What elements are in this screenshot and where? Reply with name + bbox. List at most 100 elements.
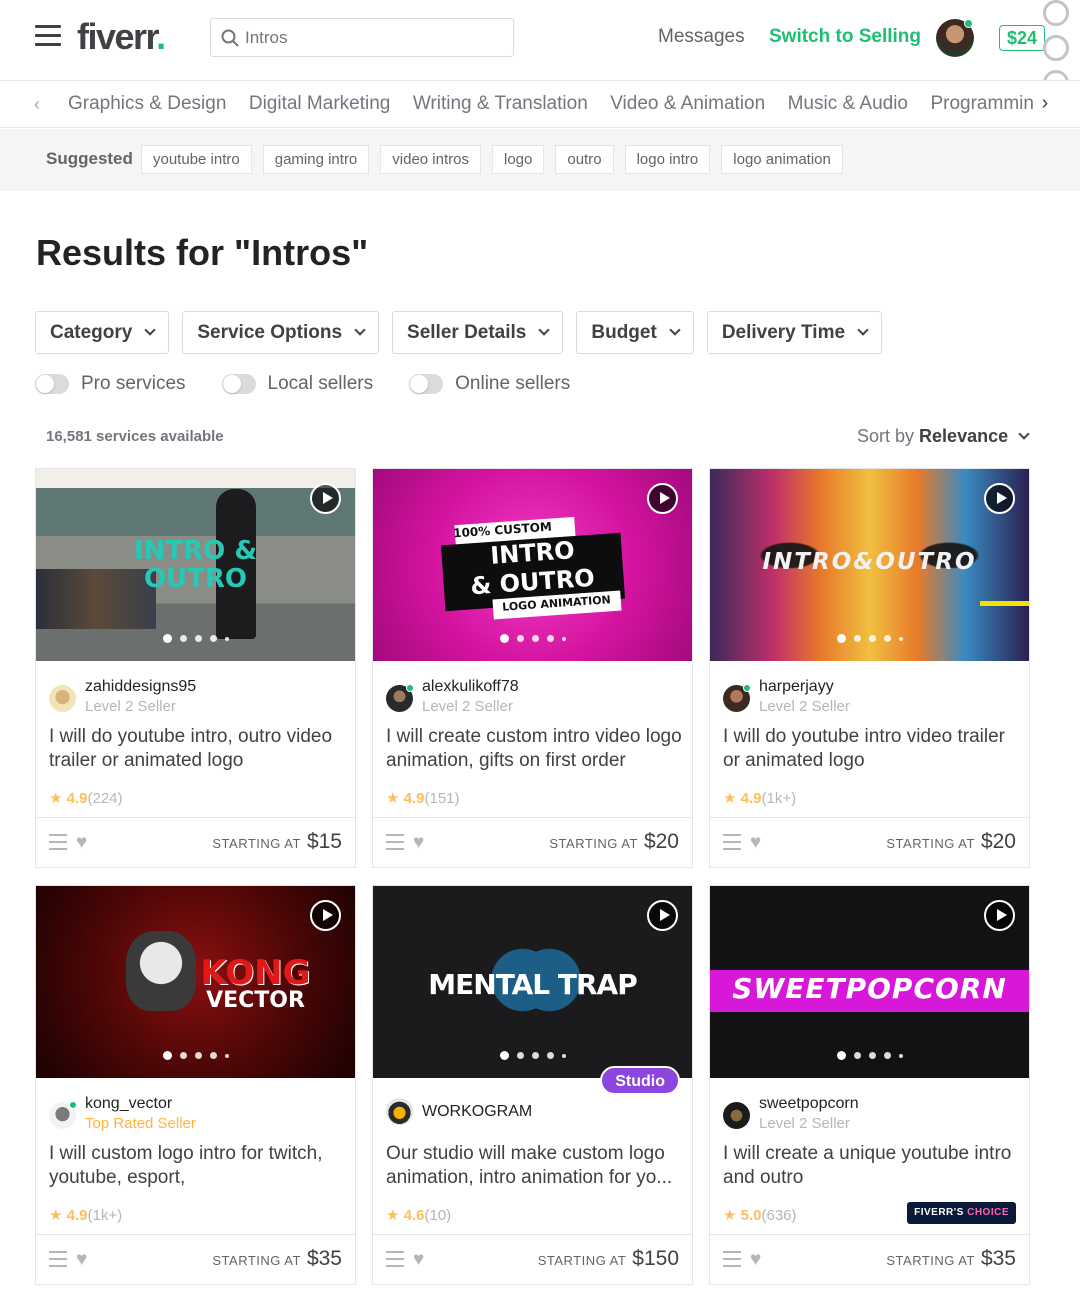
list-icon[interactable] <box>49 834 67 855</box>
price-block[interactable]: STARTING AT $20 <box>549 830 679 854</box>
price-block[interactable]: STARTING AT $15 <box>212 830 342 854</box>
gig-title[interactable]: I will do youtube intro, outro video tra… <box>49 725 345 773</box>
seller-avatar[interactable] <box>49 685 76 712</box>
dot[interactable] <box>179 1052 187 1060</box>
seller-avatar[interactable] <box>49 1101 77 1129</box>
search-input[interactable] <box>245 27 485 48</box>
play-icon[interactable] <box>647 900 678 931</box>
dot[interactable] <box>853 1052 861 1060</box>
dot[interactable] <box>546 635 554 643</box>
seller-avatar[interactable] <box>386 1098 413 1125</box>
price-block[interactable]: STARTING AT $35 <box>886 1247 1016 1271</box>
filter-seller-details[interactable]: Seller Details <box>392 311 564 354</box>
gig-title[interactable]: I will create custom intro video logo an… <box>386 725 682 773</box>
play-icon[interactable] <box>984 483 1015 514</box>
gig-title[interactable]: I will do youtube intro video trailer or… <box>723 725 1019 773</box>
gig-thumbnail[interactable]: KONG VECTOR <box>36 886 355 1078</box>
suggested-tag[interactable]: logo intro <box>624 145 711 174</box>
dot[interactable] <box>162 634 172 644</box>
list-icon[interactable] <box>723 834 741 855</box>
pro-services-toggle[interactable]: Pro services <box>35 373 186 395</box>
gig-thumbnail[interactable]: INTRO&OUTRO <box>710 469 1029 661</box>
dot[interactable] <box>194 1052 202 1060</box>
seller-name[interactable]: harperjayy <box>759 677 850 697</box>
dot[interactable] <box>898 1053 903 1058</box>
list-icon[interactable] <box>723 1251 741 1272</box>
dot[interactable] <box>853 635 861 643</box>
dot[interactable] <box>836 1051 846 1061</box>
dot[interactable] <box>868 635 876 643</box>
user-avatar[interactable] <box>936 19 974 57</box>
suggested-tag[interactable]: gaming intro <box>262 145 370 174</box>
heart-icon[interactable]: ♥ <box>413 1249 424 1271</box>
gig-title[interactable]: Our studio will make custom logo animati… <box>386 1142 682 1190</box>
gig-card[interactable]: INTRO & OUTRO zahiddesigns95 Level 2 Selle… <box>35 468 356 868</box>
play-icon[interactable] <box>984 900 1015 931</box>
category-programming-tech[interactable]: Programming & Tech <box>930 93 1034 114</box>
gig-thumbnail[interactable]: SWEETPOPCORN <box>710 886 1029 1078</box>
gig-title[interactable]: I will custom logo intro for twitch, you… <box>49 1142 345 1190</box>
seller-avatar[interactable] <box>723 684 751 712</box>
heart-icon[interactable]: ♥ <box>76 832 87 854</box>
dot[interactable] <box>499 634 509 644</box>
heart-icon[interactable]: ♥ <box>413 832 424 854</box>
chevron-left-icon[interactable]: ‹ <box>34 94 40 115</box>
suggested-tag[interactable]: logo animation <box>721 145 843 174</box>
suggested-tag[interactable]: video intros <box>380 145 481 174</box>
seller-name[interactable]: alexkulikoff78 <box>422 677 519 697</box>
hamburger-menu-icon[interactable] <box>35 25 61 47</box>
dot[interactable] <box>516 1052 524 1060</box>
filter-category[interactable]: Category <box>35 311 170 354</box>
category-video-animation[interactable]: Video & Animation <box>610 93 765 114</box>
chevron-right-icon[interactable]: › <box>1035 92 1055 116</box>
dot[interactable] <box>561 636 566 641</box>
seller-avatar[interactable] <box>723 1102 750 1129</box>
seller-avatar[interactable] <box>386 684 414 712</box>
dot[interactable] <box>531 1052 539 1060</box>
dot[interactable] <box>516 635 524 643</box>
filter-service-options[interactable]: Service Options <box>182 311 380 354</box>
heart-icon[interactable]: ♥ <box>76 1249 87 1271</box>
dot[interactable] <box>224 1053 229 1058</box>
dot[interactable] <box>561 1053 566 1058</box>
dot[interactable] <box>194 635 202 643</box>
heart-icon[interactable]: ♥ <box>750 1249 761 1271</box>
category-music-audio[interactable]: Music & Audio <box>788 93 908 114</box>
balance-button[interactable]: $24 <box>999 25 1046 51</box>
seller-name[interactable]: kong_vector <box>85 1094 196 1114</box>
fiverr-logo[interactable]: fiverr. <box>77 16 166 58</box>
toggle-switch[interactable] <box>409 374 444 394</box>
price-block[interactable]: STARTING AT $20 <box>886 830 1016 854</box>
dot[interactable] <box>868 1052 876 1060</box>
dot[interactable] <box>883 635 891 643</box>
online-sellers-toggle[interactable]: Online sellers <box>409 373 570 395</box>
category-graphics-design[interactable]: Graphics & Design <box>68 93 226 114</box>
dot[interactable] <box>224 636 229 641</box>
sort-dropdown[interactable]: Sort by Relevance <box>857 426 1030 447</box>
seller-name[interactable]: WORKOGRAM <box>422 1098 532 1125</box>
dot[interactable] <box>898 636 903 641</box>
price-block[interactable]: STARTING AT $35 <box>212 1247 342 1271</box>
toggle-switch[interactable] <box>35 374 69 394</box>
play-icon[interactable] <box>310 483 341 514</box>
list-icon[interactable] <box>386 834 404 855</box>
category-writing-translation[interactable]: Writing & Translation <box>413 93 588 114</box>
play-icon[interactable] <box>310 900 341 931</box>
filter-budget[interactable]: Budget <box>576 311 694 354</box>
gig-card[interactable]: KONG VECTOR kong_vector Top Rated Seller … <box>35 885 356 1285</box>
gig-card[interactable]: MENTAL TRAP Studio WORKOGRAM Our studio … <box>372 885 693 1285</box>
dot[interactable] <box>499 1051 509 1061</box>
play-icon[interactable] <box>647 483 678 514</box>
dot[interactable] <box>836 634 846 644</box>
toggle-switch[interactable] <box>221 374 256 394</box>
switch-to-selling-link[interactable]: Switch to Selling <box>769 26 921 48</box>
messages-link[interactable]: Messages <box>658 26 745 48</box>
category-digital-marketing[interactable]: Digital Marketing <box>249 93 391 114</box>
list-icon[interactable] <box>49 1251 67 1272</box>
local-sellers-toggle[interactable]: Local sellers <box>221 373 373 395</box>
dot[interactable] <box>162 1051 172 1061</box>
filter-delivery-time[interactable]: Delivery Time <box>706 311 883 354</box>
suggested-tag[interactable]: outro <box>555 145 614 174</box>
gig-card[interactable]: 100% CUSTOM INTRO & OUTRO LOGO ANIMATION… <box>372 468 693 868</box>
seller-name[interactable]: zahiddesigns95 <box>85 677 196 697</box>
